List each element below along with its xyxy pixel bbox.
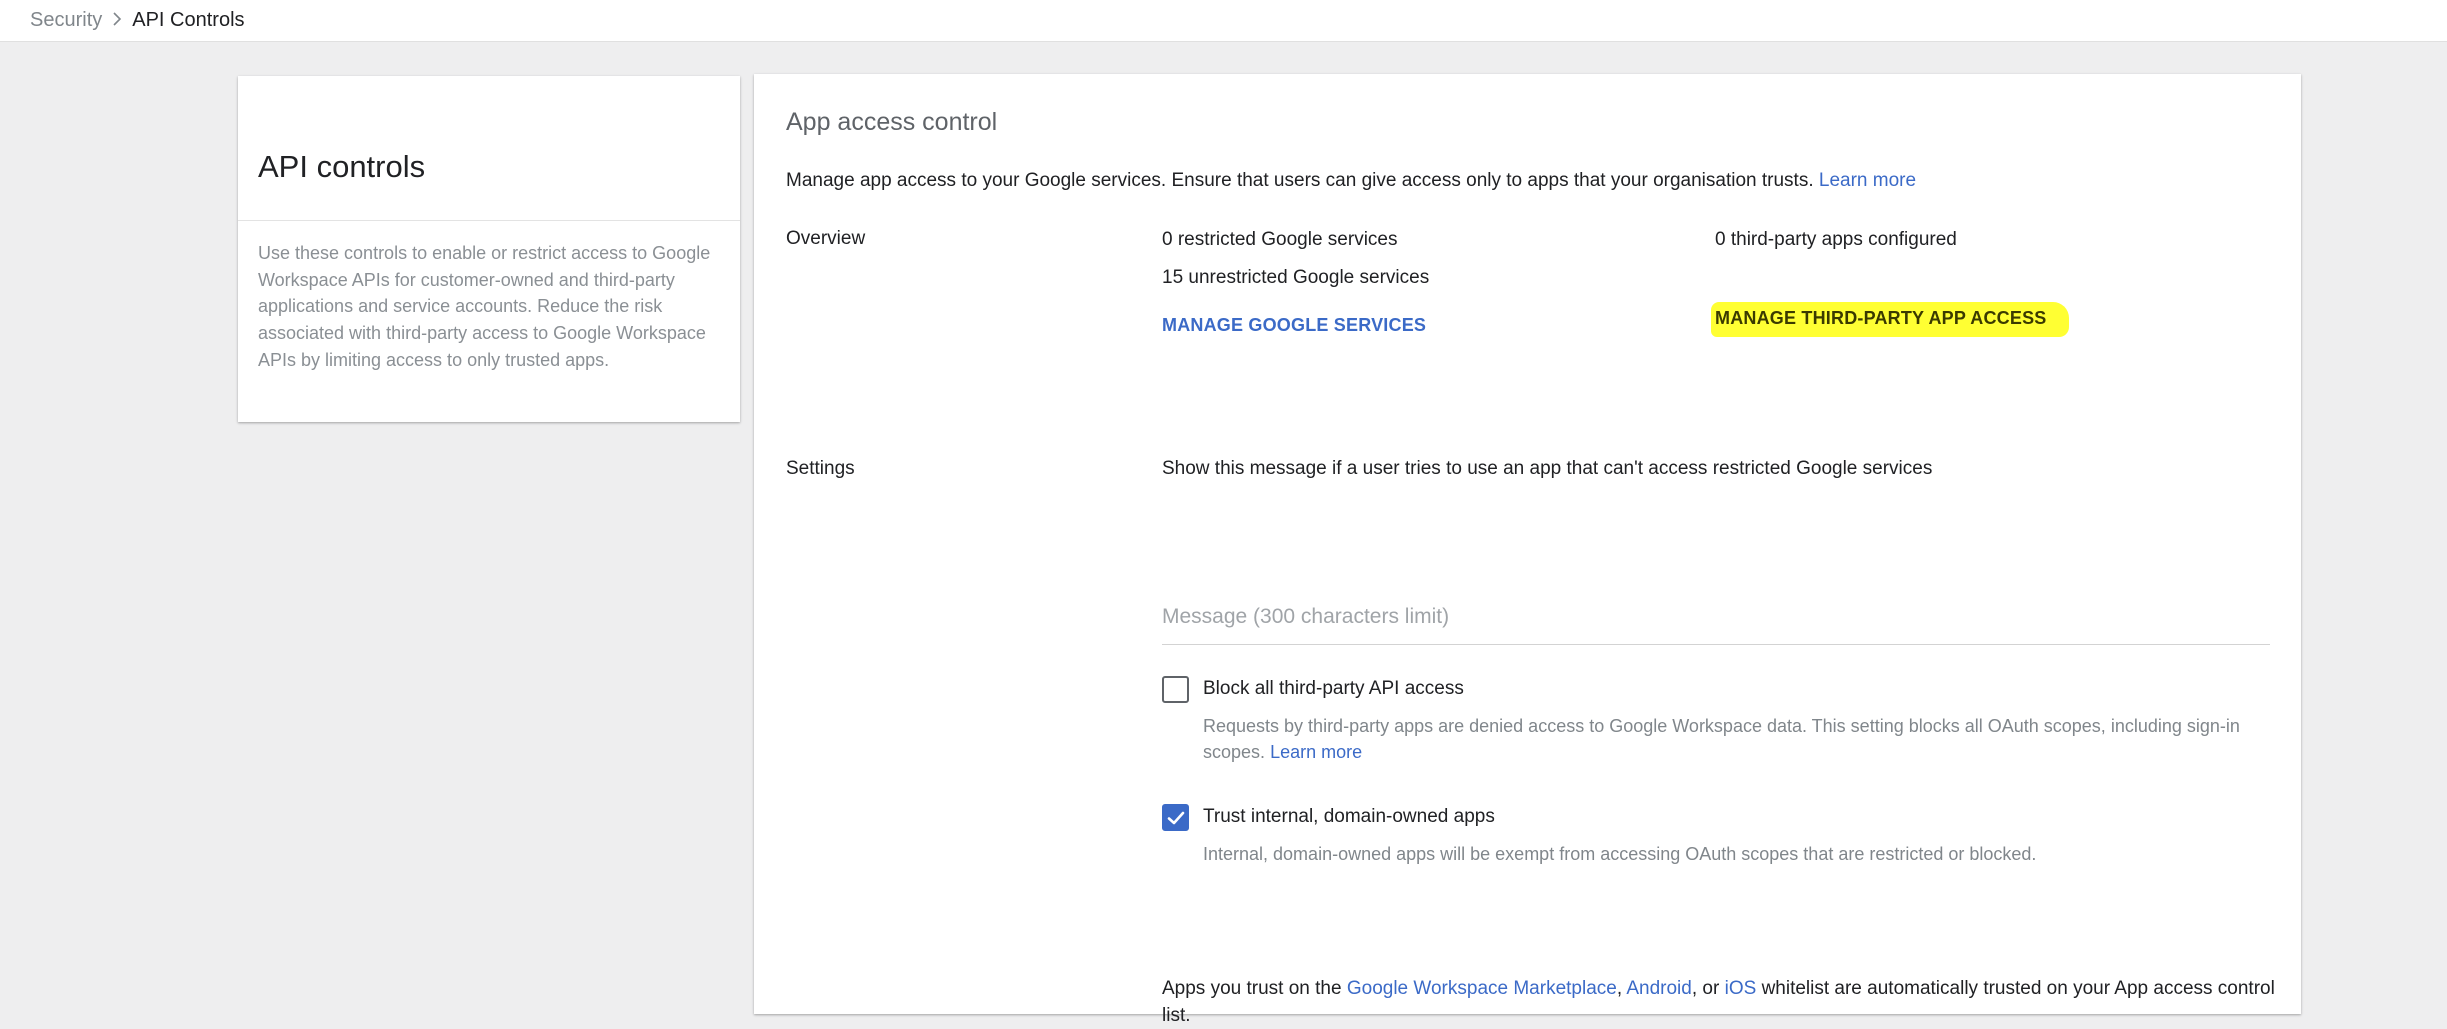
message-input[interactable]: [1162, 589, 2270, 645]
overview-label: Overview: [786, 228, 866, 249]
checkmark-icon: [1167, 811, 1185, 825]
page-description: Use these controls to enable or restrict…: [258, 243, 711, 370]
ios-link[interactable]: iOS: [1725, 978, 1757, 999]
trust-note-or: , or: [1691, 978, 1720, 999]
android-link[interactable]: Android: [1626, 978, 1692, 999]
manage-third-party-app-access-button[interactable]: MANAGE THIRD-PARTY APP ACCESS: [1711, 302, 2069, 337]
trust-internal-help-text: Internal, domain-owned apps will be exem…: [1203, 844, 2037, 864]
breadcrumb-security-link[interactable]: Security: [30, 9, 102, 32]
settings-description: Show this message if a user tries to use…: [1162, 458, 1933, 479]
unrestricted-services-count: 15 unrestricted Google services: [1162, 267, 1430, 288]
block-all-help: Requests by third-party apps are denied …: [1189, 705, 2253, 765]
block-all-label: Block all third-party API access: [1203, 678, 1464, 699]
api-controls-info-card: API controls Use these controls to enabl…: [238, 76, 740, 422]
page-title: API controls: [258, 149, 426, 184]
manage-google-services-button[interactable]: MANAGE GOOGLE SERVICES: [1162, 315, 1426, 336]
block-all-learn-more-link[interactable]: Learn more: [1270, 742, 1362, 762]
trust-internal-checkbox[interactable]: [1162, 804, 1189, 831]
block-all-option: Block all third-party API access: [1162, 676, 1464, 703]
trust-note-comma: ,: [1616, 978, 1623, 999]
trust-internal-option: Trust internal, domain-owned apps: [1162, 804, 1495, 831]
intro-text: Manage app access to your Google service…: [786, 170, 1916, 192]
trust-internal-help: Internal, domain-owned apps will be exem…: [1189, 833, 2253, 867]
workspace-marketplace-link[interactable]: Google Workspace Marketplace: [1347, 978, 1617, 999]
app-access-control-card: App access control Manage app access to …: [754, 74, 2301, 1026]
breadcrumb-current: API Controls: [132, 9, 245, 31]
restricted-services-count: 0 restricted Google services: [1162, 229, 1398, 250]
chevron-right-icon: [112, 10, 122, 31]
divider: [238, 220, 740, 221]
section-title: App access control: [786, 108, 998, 136]
intro-description: Manage app access to your Google service…: [786, 170, 1814, 191]
block-all-checkbox[interactable]: [1162, 676, 1189, 703]
trust-note-prefix: Apps you trust on the: [1162, 978, 1342, 999]
settings-label: Settings: [786, 458, 855, 479]
trust-internal-label: Trust internal, domain-owned apps: [1203, 806, 1495, 827]
third-party-apps-count: 0 third-party apps configured: [1715, 229, 1957, 250]
learn-more-link[interactable]: Learn more: [1819, 170, 1916, 191]
trusted-apps-note: Apps you trust on the Google Workspace M…: [1162, 976, 2282, 1029]
breadcrumb-bar: Security API Controls: [0, 0, 2447, 42]
